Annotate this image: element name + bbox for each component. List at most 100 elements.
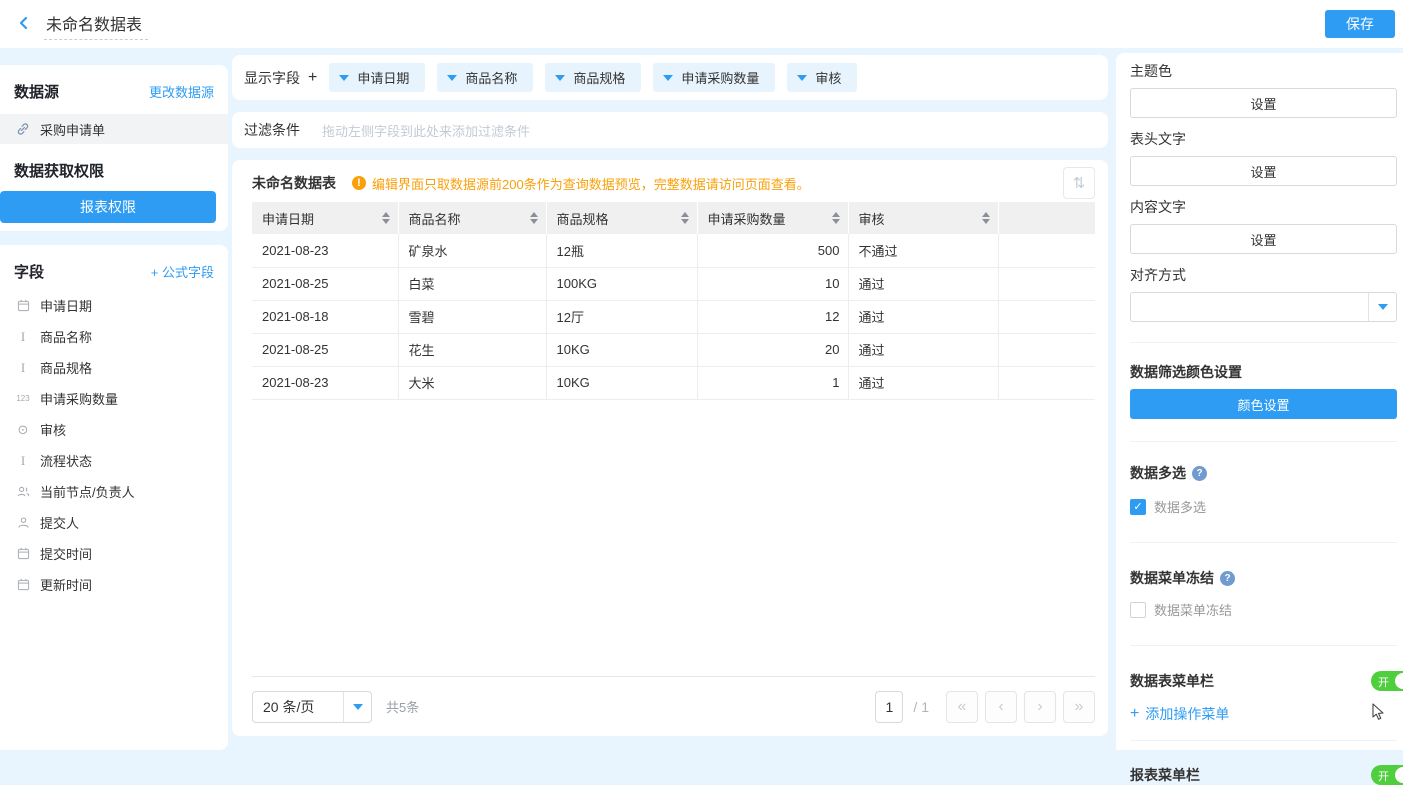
report-menubar-toggle[interactable]: 开 bbox=[1371, 765, 1403, 785]
calendar-icon bbox=[14, 547, 32, 560]
theme-color-label: 主题色 bbox=[1130, 61, 1397, 81]
page-size-select[interactable]: 20 条/页 bbox=[252, 691, 372, 723]
table-row: 2021-08-23大米10KG1通过 bbox=[252, 366, 1095, 399]
save-button[interactable]: 保存 bbox=[1325, 10, 1395, 38]
divider bbox=[1130, 441, 1397, 442]
field-item[interactable]: 当前节点/负责人 bbox=[0, 476, 228, 507]
help-icon[interactable]: ? bbox=[1220, 571, 1235, 586]
chevron-down-icon bbox=[353, 704, 363, 710]
help-icon[interactable]: ? bbox=[1192, 466, 1207, 481]
double-chevron-left-icon: « bbox=[958, 699, 967, 715]
multiselect-checkbox-row[interactable]: ✓ 数据多选 bbox=[1130, 497, 1397, 516]
chevron-down-icon bbox=[447, 75, 457, 81]
multiselect-title: 数据多选 ? bbox=[1130, 463, 1397, 483]
filter-dropzone[interactable]: 拖动左侧字段到此处来添加过滤条件 bbox=[322, 121, 530, 140]
person-icon bbox=[14, 516, 32, 529]
calendar-icon bbox=[14, 578, 32, 591]
table-row: 2021-08-23矿泉水12瓶500不通过 bbox=[252, 234, 1095, 267]
change-datasource-link[interactable]: 更改数据源 bbox=[149, 82, 214, 101]
fields-card: 字段 + 公式字段 申请日期 I 商品名称 I 商品规格 123 申请采购数量 … bbox=[0, 245, 228, 750]
datasource-card: 数据源 更改数据源 采购申请单 数据获取权限 报表权限 bbox=[0, 65, 228, 231]
page-size-value: 20 条/页 bbox=[253, 697, 343, 717]
people-icon bbox=[14, 485, 32, 498]
table-menubar-toggle[interactable]: 开 bbox=[1371, 671, 1403, 691]
column-header-empty bbox=[998, 202, 1095, 234]
field-item[interactable]: ⊙ 审核 bbox=[0, 414, 228, 445]
sort-carets-icon[interactable] bbox=[681, 212, 689, 224]
color-set-button[interactable]: 颜色设置 bbox=[1130, 389, 1397, 419]
table-row: 2021-08-25白菜100KG10通过 bbox=[252, 267, 1095, 300]
page-count: / 1 bbox=[913, 699, 929, 715]
field-item[interactable]: 提交人 bbox=[0, 507, 228, 538]
chevron-down-icon bbox=[797, 75, 807, 81]
topbar: 未命名数据表 保存 bbox=[0, 0, 1403, 48]
number-icon: 123 bbox=[14, 394, 32, 403]
header-text-set-button[interactable]: 设置 bbox=[1130, 156, 1397, 186]
sort-carets-icon[interactable] bbox=[530, 212, 538, 224]
radio-icon: ⊙ bbox=[14, 422, 32, 438]
plus-icon: + bbox=[1130, 705, 1139, 723]
prev-page-button[interactable]: ‹ bbox=[985, 691, 1017, 723]
field-chip[interactable]: 审核 bbox=[787, 63, 857, 92]
data-table: 申请日期 商品名称 商品规格 申请采购数量 审核 2021-08-23矿泉水12… bbox=[252, 202, 1095, 400]
first-page-button[interactable]: « bbox=[946, 691, 978, 723]
column-header[interactable]: 申请采购数量 bbox=[697, 202, 848, 234]
table-warning: ! 编辑界面只取数据源前200条作为查询数据预览，完整数据请访问页面查看。 bbox=[352, 174, 810, 193]
back-button[interactable] bbox=[12, 12, 36, 36]
last-page-button[interactable]: » bbox=[1063, 691, 1095, 723]
field-chip[interactable]: 商品规格 bbox=[545, 63, 641, 92]
field-item[interactable]: 更新时间 bbox=[0, 569, 228, 600]
theme-color-set-button[interactable]: 设置 bbox=[1130, 88, 1397, 118]
formula-field-link[interactable]: + 公式字段 bbox=[151, 262, 214, 281]
chevron-right-icon: › bbox=[1037, 699, 1042, 715]
checkbox-unchecked-icon[interactable] bbox=[1130, 602, 1146, 618]
table-card: 未命名数据表 ! 编辑界面只取数据源前200条作为查询数据预览，完整数据请访问页… bbox=[232, 160, 1108, 736]
report-permission-button[interactable]: 报表权限 bbox=[0, 191, 216, 223]
datasource-item-label: 采购申请单 bbox=[40, 120, 105, 139]
text-icon: I bbox=[14, 453, 32, 469]
table-sort-button[interactable]: ⇅ bbox=[1063, 167, 1095, 199]
page-title[interactable]: 未命名数据表 bbox=[44, 9, 148, 40]
table-header-row: 申请日期 商品名称 商品规格 申请采购数量 审核 bbox=[252, 202, 1095, 234]
plus-icon: + bbox=[151, 265, 159, 280]
align-select[interactable] bbox=[1130, 292, 1397, 322]
add-display-field-button[interactable]: + bbox=[308, 69, 317, 87]
datasource-item[interactable]: 采购申请单 bbox=[0, 114, 228, 144]
field-item[interactable]: I 流程状态 bbox=[0, 445, 228, 476]
content-text-set-button[interactable]: 设置 bbox=[1130, 224, 1397, 254]
page-number-input[interactable]: 1 bbox=[875, 691, 903, 723]
field-item[interactable]: I 商品规格 bbox=[0, 352, 228, 383]
chevron-left-icon bbox=[16, 15, 32, 34]
sort-carets-icon[interactable] bbox=[382, 212, 390, 224]
display-fields-label: 显示字段 bbox=[244, 68, 300, 88]
column-header[interactable]: 商品规格 bbox=[546, 202, 697, 234]
field-chip[interactable]: 申请日期 bbox=[329, 63, 425, 92]
next-page-button[interactable]: › bbox=[1024, 691, 1056, 723]
text-icon: I bbox=[14, 360, 32, 376]
add-action-menu-link[interactable]: + 添加操作菜单 bbox=[1130, 704, 1397, 724]
toggle-knob bbox=[1395, 767, 1403, 783]
divider bbox=[1130, 645, 1397, 646]
pagination-bar: 20 条/页 共5条 1 / 1 « ‹ › » bbox=[252, 676, 1095, 736]
field-item[interactable]: 申请日期 bbox=[0, 290, 228, 321]
toggle-knob bbox=[1395, 673, 1403, 689]
divider bbox=[1130, 342, 1397, 343]
fields-title: 字段 bbox=[14, 261, 44, 282]
column-header[interactable]: 审核 bbox=[848, 202, 998, 234]
table-menubar-title: 数据表菜单栏 bbox=[1130, 671, 1214, 691]
column-header[interactable]: 商品名称 bbox=[398, 202, 546, 234]
freeze-checkbox-row[interactable]: 数据菜单冻结 bbox=[1130, 600, 1397, 619]
sort-carets-icon[interactable] bbox=[832, 212, 840, 224]
column-header[interactable]: 申请日期 bbox=[252, 202, 398, 234]
checkbox-checked-icon[interactable]: ✓ bbox=[1130, 499, 1146, 515]
field-chip[interactable]: 申请采购数量 bbox=[653, 63, 775, 92]
field-chip[interactable]: 商品名称 bbox=[437, 63, 533, 92]
field-item[interactable]: I 商品名称 bbox=[0, 321, 228, 352]
settings-panel: 主题色 设置 表头文字 设置 内容文字 设置 对齐方式 数据筛选颜色设置 颜色设… bbox=[1116, 53, 1403, 750]
field-item[interactable]: 123 申请采购数量 bbox=[0, 383, 228, 414]
filter-bar: 过滤条件 拖动左侧字段到此处来添加过滤条件 bbox=[232, 112, 1108, 148]
table-warning-text: 编辑界面只取数据源前200条作为查询数据预览，完整数据请访问页面查看。 bbox=[372, 174, 810, 193]
chevron-down-icon bbox=[339, 75, 349, 81]
field-item[interactable]: 提交时间 bbox=[0, 538, 228, 569]
sort-carets-icon[interactable] bbox=[982, 212, 990, 224]
